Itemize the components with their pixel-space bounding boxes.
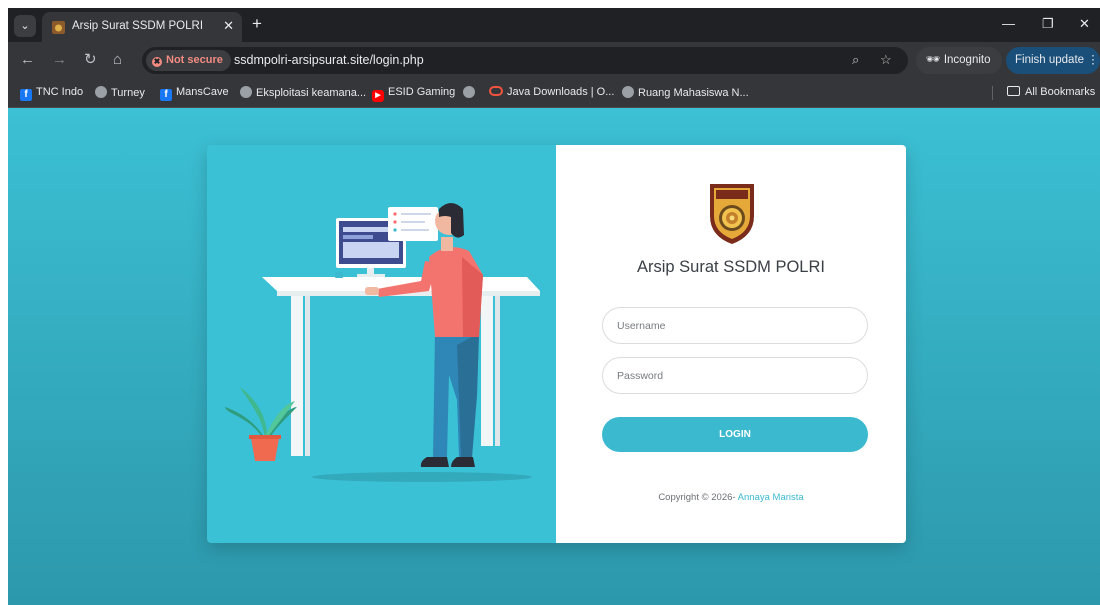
tab-search-chevron-icon[interactable]: ⌄ [14,15,36,37]
login-card: Arsip Surat SSDM POLRI LOGIN Copyright ©… [207,145,906,543]
bookmark-label: Ruang Mahasiswa N... [638,87,749,99]
illustration-panel [207,145,556,543]
bookmark-item[interactable]: f MansCave [160,86,229,101]
author-link[interactable]: Annaya Marista [738,492,804,503]
username-input[interactable] [602,307,868,344]
not-secure-chip[interactable]: ✖ Not secure [146,50,231,71]
restore-icon[interactable]: ❐ [1042,16,1054,32]
incognito-label: Incognito [943,54,991,66]
globe-icon [240,86,252,98]
bookmarks-divider [992,86,993,100]
bookmark-item[interactable]: Java Downloads | O... [489,86,614,98]
folder-icon [1007,86,1020,96]
facebook-icon: f [20,89,32,101]
minimize-icon[interactable]: — [1002,16,1015,31]
reload-icon[interactable]: ↻ [84,51,97,68]
tab-strip: ⌄ Arsip Surat SSDM POLRI ✕ + — ❐ ✕ [8,8,1100,42]
incognito-button[interactable]: 🕶︎ Incognito [916,47,1002,74]
bookmark-item[interactable]: ▶ ESID Gaming [372,86,455,102]
tab-close-icon[interactable]: ✕ [223,18,234,34]
url-text[interactable]: ssdmpolri-arsipsurat.site/login.php [234,53,424,67]
back-icon[interactable]: ← [20,51,35,68]
bookmark-item[interactable] [463,86,479,99]
bookmarks-bar: f TNC Indo Turney f MansCave Eksploitasi k… [8,78,1100,108]
bookmark-label: MansCave [176,86,229,98]
globe-icon [463,86,475,98]
globe-icon [622,86,634,98]
login-button[interactable]: LOGIN [602,417,868,452]
new-tab-icon[interactable]: + [252,15,262,33]
all-bookmarks-label: All Bookmarks [1025,86,1096,98]
youtube-icon: ▶ [372,90,384,102]
incognito-icon: 🕶︎ [926,54,941,66]
polri-favicon-icon [52,21,65,34]
tab-active[interactable]: Arsip Surat SSDM POLRI ✕ [42,12,242,42]
finish-update-button[interactable]: Finish update ⋮ [1006,47,1100,74]
bookmark-label: Java Downloads | O... [507,86,615,98]
bookmark-item[interactable]: Turney [95,86,145,99]
zoom-icon[interactable]: ⌕ [852,52,859,68]
login-title: Arsip Surat SSDM POLRI [637,258,825,276]
password-input[interactable] [602,357,868,394]
more-menu-icon[interactable]: ⋮ [1087,54,1099,66]
bookmark-label: Turney [111,87,145,99]
all-bookmarks-button[interactable]: All Bookmarks [1007,86,1095,98]
address-bar[interactable]: ✖ Not secure ssdmpolri-arsipsurat.site/lo… [142,47,908,74]
not-secure-label: Not secure [166,54,223,66]
bookmark-item[interactable]: Ruang Mahasiswa N... [622,86,749,99]
warning-icon: ✖ [152,57,162,67]
finish-update-label: Finish update [1015,54,1085,66]
window-close-icon[interactable]: ✕ [1079,16,1090,32]
bookmark-item[interactable]: f TNC Indo [20,86,83,101]
bookmark-star-icon[interactable]: ☆ [880,52,892,68]
globe-icon [95,86,107,98]
polri-emblem-logo [710,184,754,244]
copyright-text: Copyright © 2026- [658,492,736,503]
facebook-icon: f [160,89,172,101]
tab-title: Arsip Surat SSDM POLRI [72,20,204,32]
bookmark-label: ESID Gaming [388,86,456,98]
bookmark-label: TNC Indo [36,86,84,98]
workspace-illustration [225,203,540,482]
bookmark-item[interactable]: Eksploitasi keamana... [240,86,366,99]
oracle-icon [489,86,503,96]
browser-window: ⌄ Arsip Surat SSDM POLRI ✕ + — ❐ ✕ ← → ↻… [8,8,1100,605]
forward-icon[interactable]: → [52,51,67,68]
bookmark-label: Eksploitasi keamana... [256,87,367,99]
browser-toolbar: ← → ↻ ⌂ ✖ Not secure ssdmpolri-arsipsurat… [8,42,1100,78]
page-viewport: Arsip Surat SSDM POLRI LOGIN Copyright ©… [8,108,1100,605]
login-panel: Arsip Surat SSDM POLRI LOGIN Copyright ©… [556,145,906,543]
copyright-footer: Copyright © 2026- Annaya Marista [556,492,906,503]
home-icon[interactable]: ⌂ [113,51,122,68]
